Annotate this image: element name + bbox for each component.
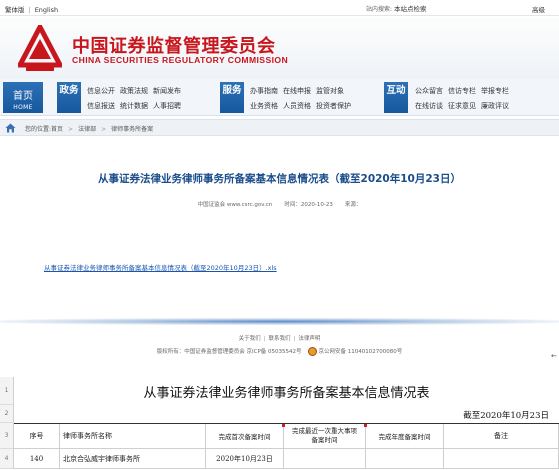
english-link[interactable]: English: [35, 6, 58, 14]
police-badge-icon: [307, 347, 317, 356]
nav-group-interaction: 公众留言 信访专栏 举报专栏 在线访谈 征求意见 廉政评议: [415, 86, 509, 111]
nav-link[interactable]: 人事招聘: [153, 101, 181, 111]
main-nav: 首页 HOME 政务 信息公开 政策法规 新闻发布 信息报送 统计数据 人事招聘…: [0, 79, 559, 116]
top-bar: 繁体版|English 站内搜索: 高级: [0, 0, 559, 16]
nav-link[interactable]: 人员资格: [283, 101, 311, 111]
nav-link[interactable]: 新闻发布: [153, 86, 181, 96]
nav-link[interactable]: 征求意见: [448, 101, 476, 111]
breadcrumb-item[interactable]: 律师事务所备案: [111, 126, 153, 133]
nav-link[interactable]: 信访专栏: [448, 86, 476, 96]
breadcrumb-item[interactable]: 法律部: [78, 126, 96, 133]
home-icon[interactable]: [5, 123, 16, 133]
arrow-left-icon: ←: [551, 352, 557, 360]
nav-group-service: 办事指南 在线申报 监管对象 业务资格 人员资格 投资者保护: [250, 86, 351, 111]
footer-contact-link[interactable]: 联系我们: [268, 336, 290, 342]
csrc-logo-icon[interactable]: [18, 25, 62, 73]
language-switch: 繁体版 | English: [5, 6, 59, 14]
article-time: 时间：2020-10-23: [284, 202, 333, 208]
nav-group-government: 信息公开 政策法规 新闻发布 信息报送 统计数据 人事招聘: [87, 86, 181, 111]
home-label-cn: 首页: [13, 91, 33, 102]
footer-legal-link[interactable]: 法律声明: [298, 336, 320, 342]
row-number: 1: [0, 377, 14, 405]
header-cell-first-filing: 完成首次备案时间: [206, 424, 284, 449]
table-cell[interactable]: 140: [14, 449, 60, 469]
comment-marker-icon: [364, 424, 367, 427]
search-label: 站内搜索:: [366, 6, 393, 13]
table-cell[interactable]: [284, 449, 366, 469]
nav-link[interactable]: 在线访谈: [415, 101, 443, 111]
breadcrumb: 您的位置:首页 > 法律部 > 律师事务所备案: [0, 119, 559, 136]
header-cell-annual-filing: 完成年度备案时间: [366, 424, 444, 449]
article-origin: 来源：: [344, 202, 362, 208]
nav-link[interactable]: 统计数据: [120, 101, 148, 111]
sheet-title: 从事证券法律业务律师事务所备案基本信息情况表: [143, 385, 430, 401]
table-cell[interactable]: 北京合弘威宇律师事务所: [60, 449, 206, 469]
nav-category-government[interactable]: 政务: [57, 82, 81, 113]
header-cell-firm: 律师事务所名称: [60, 424, 206, 449]
traditional-chinese-link[interactable]: 繁体版: [5, 6, 25, 14]
header-cell-major-filing: 完成最近一次重大事项备案时间: [284, 424, 366, 449]
table-cell[interactable]: 2020年10月23日: [206, 449, 284, 469]
nav-link[interactable]: 在线申报: [283, 86, 311, 96]
comment-marker-icon: [282, 424, 285, 427]
attachment-link[interactable]: 从事证券法律业务律师事务所备案基本信息情况表（截至2020年10月23日）.xl…: [44, 262, 277, 272]
site-banner: 中国证券监督管理委员会 CHINA SECURITIES REGULATORY …: [0, 17, 559, 79]
sheet-date: 截至2020年10月23日: [463, 411, 549, 421]
nav-link[interactable]: 公众留言: [415, 86, 443, 96]
nav-link[interactable]: 监管对象: [316, 86, 351, 96]
nav-category-interaction[interactable]: 互动: [384, 82, 408, 113]
logo-name-en: CHINA SECURITIES REGULATORY COMMISSION: [72, 55, 289, 65]
breadcrumb-trail: 您的位置:首页 > 法律部 > 律师事务所备案: [25, 126, 154, 133]
table-cell[interactable]: [366, 449, 444, 469]
nav-link[interactable]: 信息公开: [87, 86, 115, 96]
article-title: 从事证券法律业务律师事务所备案基本信息情况表（截至2020年10月23日）: [98, 173, 461, 185]
footer-copyright: 版权所有：中国证券监督管理委员会 京ICP备 05035542号 京公网安备 11…: [0, 347, 559, 356]
nav-link[interactable]: 廉政评议: [481, 101, 509, 111]
footer-links: 关于我们 | 联系我们 | 法律声明: [238, 336, 321, 342]
nav-home-button[interactable]: 首页 HOME: [3, 82, 43, 113]
nav-link[interactable]: 政策法规: [120, 86, 148, 96]
row-number: 3: [0, 423, 14, 449]
row-number: 2: [0, 405, 14, 423]
nav-link[interactable]: 举报专栏: [481, 86, 509, 96]
header-cell-index: 序号: [14, 424, 60, 449]
advanced-search-link[interactable]: 高级: [532, 4, 545, 14]
table-cell[interactable]: [444, 449, 559, 469]
police-record-text: 京公网安备 11040102700080号: [318, 349, 403, 355]
spreadsheet-preview: 1 2 3 4 从事证券法律业务律师事务所备案基本信息情况表 截至2020年10…: [0, 377, 559, 470]
header-cell-remarks: 备注: [444, 424, 559, 449]
article-meta: 中国证监会 www.csrc.gov.cn 时间：2020-10-23 来源：: [0, 200, 559, 208]
nav-link[interactable]: 业务资格: [250, 101, 278, 111]
breadcrumb-item[interactable]: 首页: [51, 126, 63, 133]
footer-divider: [0, 318, 559, 325]
nav-category-service[interactable]: 服务: [220, 82, 244, 113]
nav-link[interactable]: 信息报送: [87, 101, 115, 111]
search-input[interactable]: [393, 4, 486, 12]
site-search: 站内搜索:: [366, 4, 486, 13]
row-number: 4: [0, 449, 14, 469]
home-label-en: HOME: [13, 104, 33, 111]
breadcrumb-prefix: 您的位置:: [25, 126, 52, 133]
copyright-text: 版权所有：中国证券监督管理委员会 京ICP备 05035542号: [156, 349, 302, 355]
nav-link[interactable]: 投资者保护: [316, 101, 351, 111]
nav-link[interactable]: 办事指南: [250, 86, 278, 96]
footer-about-link[interactable]: 关于我们: [239, 336, 261, 342]
article-source: 中国证监会 www.csrc.gov.cn: [197, 202, 273, 208]
